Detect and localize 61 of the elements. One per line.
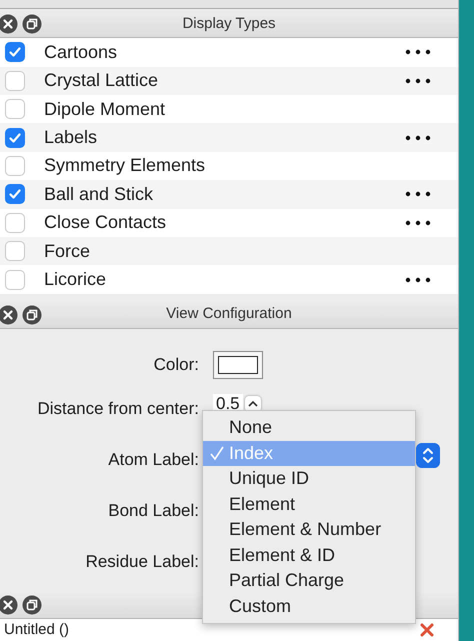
more-icon[interactable] bbox=[405, 276, 431, 283]
list-row[interactable]: Cartoons bbox=[0, 38, 458, 67]
list-row[interactable]: Licorice bbox=[0, 265, 458, 294]
menu-item[interactable]: Element & ID bbox=[203, 542, 415, 568]
more-icon[interactable] bbox=[405, 220, 431, 226]
check-icon bbox=[8, 187, 22, 202]
checkbox[interactable] bbox=[5, 42, 25, 62]
list-row[interactable]: Crystal Lattice bbox=[0, 66, 458, 95]
display-type-label: Force bbox=[44, 240, 92, 262]
check-icon bbox=[8, 130, 22, 145]
close-icon[interactable] bbox=[0, 594, 18, 615]
checkbox[interactable] bbox=[5, 241, 25, 262]
checkbox[interactable] bbox=[5, 212, 25, 233]
display-type-label: Close Contacts bbox=[44, 212, 168, 234]
stepper-icon[interactable] bbox=[416, 443, 440, 468]
checkbox[interactable] bbox=[5, 184, 25, 204]
panel-title: View Configuration bbox=[165, 305, 293, 322]
menu-item[interactable]: Element & Number bbox=[203, 517, 415, 542]
spin-up-icon[interactable] bbox=[244, 396, 261, 412]
field-label: Color: bbox=[152, 354, 200, 376]
document-title: Untitled () bbox=[4, 621, 70, 638]
list-row[interactable]: Labels bbox=[0, 123, 458, 152]
display-type-label: Dipole Moment bbox=[44, 98, 166, 120]
float-icon[interactable] bbox=[22, 304, 42, 325]
field-label: Atom Label: bbox=[107, 449, 200, 472]
checkbox[interactable] bbox=[5, 156, 25, 176]
list-row[interactable]: Symmetry Elements bbox=[0, 152, 458, 180]
display-type-label: Cartoons bbox=[44, 42, 118, 63]
close-icon[interactable] bbox=[0, 304, 18, 325]
display-type-label: Labels bbox=[44, 127, 98, 148]
display-type-label: Crystal Lattice bbox=[44, 70, 160, 92]
float-icon[interactable] bbox=[22, 14, 42, 34]
close-icon[interactable] bbox=[0, 14, 18, 34]
list-row[interactable]: Dipole Moment bbox=[0, 95, 458, 124]
color-button[interactable] bbox=[213, 350, 263, 379]
check-icon bbox=[8, 45, 22, 60]
more-icon[interactable] bbox=[405, 191, 431, 198]
display-type-label: Ball and Stick bbox=[44, 184, 154, 205]
list-row[interactable]: Force bbox=[0, 236, 458, 266]
list-row[interactable]: Ball and Stick bbox=[0, 180, 458, 209]
panel-title: Display Types bbox=[181, 14, 277, 32]
field-label: Distance from center: bbox=[36, 398, 200, 420]
close-icon[interactable] bbox=[420, 622, 434, 637]
menu-item[interactable]: Unique ID bbox=[203, 466, 415, 492]
field-label: Bond Label: bbox=[107, 500, 200, 522]
display-type-label: Licorice bbox=[44, 269, 108, 290]
more-icon[interactable] bbox=[405, 134, 431, 141]
field-label: Residue Label: bbox=[84, 551, 200, 574]
more-icon[interactable] bbox=[405, 78, 431, 84]
menu-item[interactable]: Partial Charge bbox=[203, 568, 415, 594]
display-type-label: Symmetry Elements bbox=[44, 155, 206, 176]
list-row[interactable]: Close Contacts bbox=[0, 208, 458, 237]
checkbox[interactable] bbox=[5, 70, 25, 91]
menu-item[interactable]: Element bbox=[203, 492, 415, 517]
checkbox[interactable] bbox=[5, 128, 25, 148]
float-icon[interactable] bbox=[22, 594, 42, 615]
menu-item[interactable]: None bbox=[203, 415, 415, 440]
checkbox[interactable] bbox=[5, 99, 25, 120]
checkbox[interactable] bbox=[5, 270, 25, 290]
check-icon bbox=[209, 445, 225, 462]
more-icon[interactable] bbox=[405, 49, 431, 56]
